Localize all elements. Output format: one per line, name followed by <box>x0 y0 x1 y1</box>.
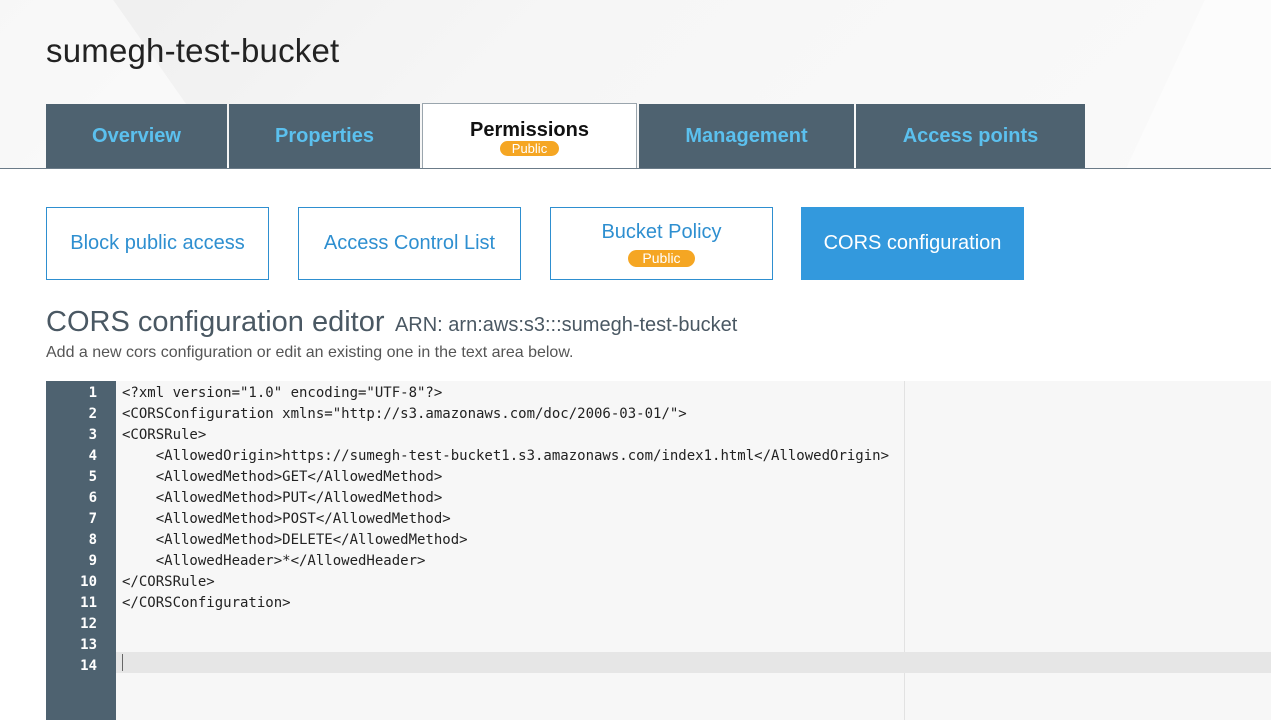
line-number: 9 <box>88 553 97 569</box>
subtab-cors-configuration[interactable]: CORS configuration <box>801 207 1024 280</box>
background-stripe <box>1089 0 1271 168</box>
line-number: 2 <box>88 406 97 422</box>
editor-title: CORS configuration editor <box>46 306 385 338</box>
code-line[interactable]: <AllowedMethod>DELETE</AllowedMethod> <box>122 530 1271 551</box>
line-number: 4 <box>88 448 97 464</box>
tab-properties[interactable]: Properties <box>229 104 420 168</box>
line-number: 5 <box>88 469 97 485</box>
line-number: 13 <box>80 637 97 653</box>
tab-management[interactable]: Management <box>639 104 854 168</box>
line-number-gutter: 1 2 3 4 5 6 7 8 9 10 11 12 13 14 <box>46 381 116 720</box>
code-line[interactable]: </CORSConfiguration> <box>122 593 1271 614</box>
subtab-label: CORS configuration <box>823 232 1002 254</box>
editor-description: Add a new cors configuration or edit an … <box>46 344 574 361</box>
line-number: 1 <box>88 385 97 401</box>
bucket-name-title: sumegh-test-bucket <box>46 32 340 69</box>
code-line[interactable]: <CORSRule> <box>122 425 1271 446</box>
code-line-current[interactable] <box>116 652 1271 673</box>
line-number: 11 <box>80 595 97 611</box>
public-badge: Public <box>628 249 695 267</box>
line-number: 3 <box>88 427 97 443</box>
tab-label: Properties <box>275 124 374 147</box>
line-number: 14 <box>80 658 97 674</box>
tab-label: Permissions <box>470 119 589 141</box>
code-line[interactable]: <AllowedMethod>GET</AllowedMethod> <box>122 467 1271 488</box>
line-number: 8 <box>88 532 97 548</box>
subtab-block-public-access[interactable]: Block public access <box>46 207 269 280</box>
tab-label: Access points <box>902 124 1039 147</box>
tab-label: Overview <box>92 124 181 147</box>
text-cursor <box>122 653 123 671</box>
code-line[interactable]: <AllowedMethod>POST</AllowedMethod> <box>122 509 1271 530</box>
code-line[interactable]: <AllowedMethod>PUT</AllowedMethod> <box>122 488 1271 509</box>
editor-arn: ARN: arn:aws:s3:::sumegh-test-bucket <box>394 314 738 336</box>
subtab-label: Access Control List <box>323 232 496 254</box>
line-number: 6 <box>88 490 97 506</box>
subtab-bucket-policy[interactable]: Bucket Policy Public <box>550 207 773 280</box>
tab-access-points[interactable]: Access points <box>856 104 1085 168</box>
code-line[interactable]: <CORSConfiguration xmlns="http://s3.amaz… <box>122 404 1271 425</box>
line-number: 10 <box>80 574 97 590</box>
code-line[interactable] <box>122 614 1271 635</box>
code-line[interactable]: </CORSRule> <box>122 572 1271 593</box>
code-line[interactable]: <AllowedHeader>*</AllowedHeader> <box>122 551 1271 572</box>
subtab-access-control-list[interactable]: Access Control List <box>298 207 521 280</box>
subtab-label: Bucket Policy <box>601 220 722 243</box>
line-number: 7 <box>88 511 97 527</box>
public-badge: Public <box>499 141 560 156</box>
tab-permissions[interactable]: Permissions Public <box>422 103 637 169</box>
tab-overview[interactable]: Overview <box>46 104 227 168</box>
tab-bar-divider <box>0 168 1271 169</box>
tab-label: Management <box>685 124 808 147</box>
line-number: 12 <box>80 616 97 632</box>
cors-code-editor[interactable]: 1 2 3 4 5 6 7 8 9 10 11 12 13 14 <?xml v… <box>46 381 1271 720</box>
code-line[interactable]: <?xml version="1.0" encoding="UTF-8"?> <box>122 383 1271 404</box>
subtab-label: Block public access <box>70 232 245 254</box>
code-line[interactable]: <AllowedOrigin>https://sumegh-test-bucke… <box>122 446 1271 467</box>
editor-heading: CORS configuration editor ARN: arn:aws:s… <box>46 306 737 339</box>
